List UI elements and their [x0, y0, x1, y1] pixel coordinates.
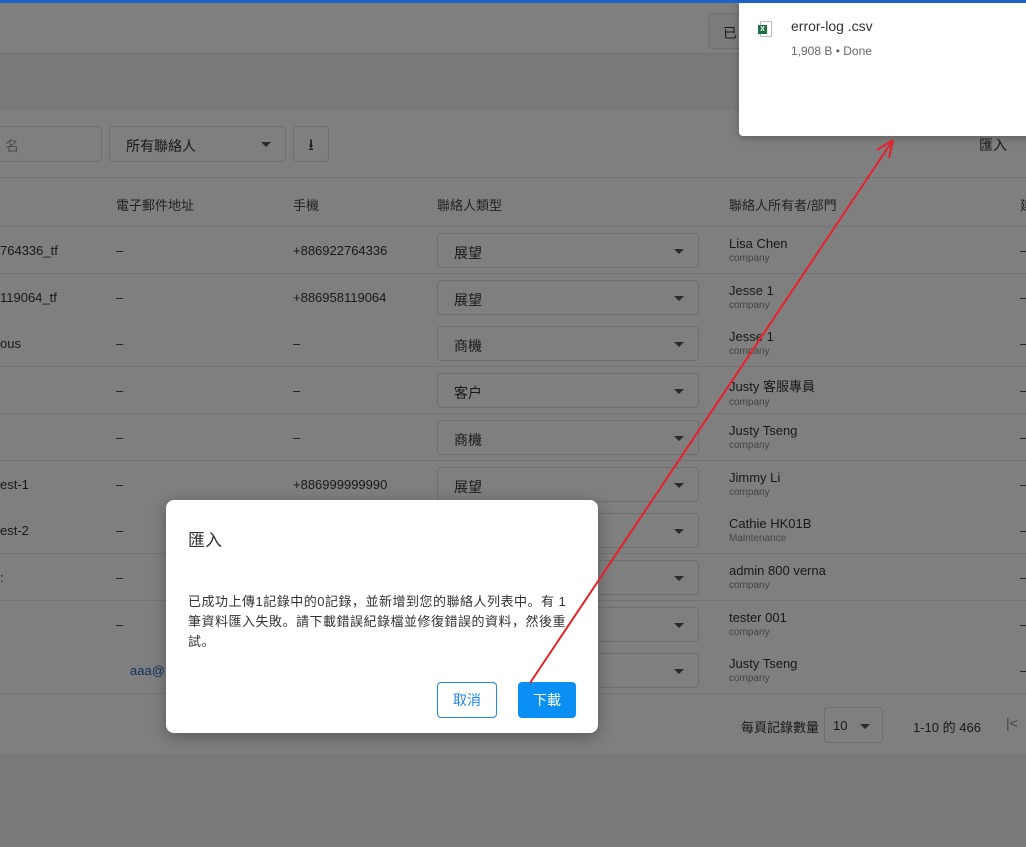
- arrow-line: [529, 139, 894, 684]
- annotation-arrow: [529, 139, 894, 684]
